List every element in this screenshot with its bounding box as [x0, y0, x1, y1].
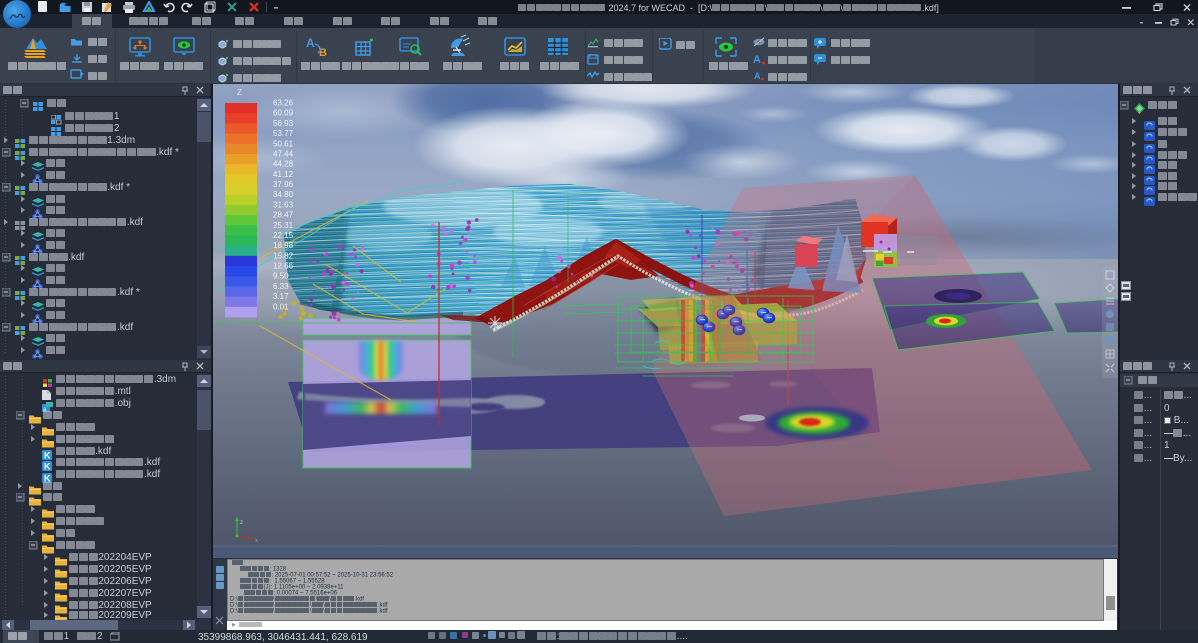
svg-text:z: z [240, 520, 243, 526]
svg-text:Z: Z [237, 88, 242, 97]
svg-text:15.82: 15.82 [273, 251, 294, 260]
svg-text:6.33: 6.33 [273, 282, 289, 291]
svg-text:34.80: 34.80 [273, 190, 294, 199]
svg-text:18.98: 18.98 [273, 241, 294, 250]
svg-text:56.93: 56.93 [273, 119, 294, 128]
svg-text:A: A [753, 54, 761, 66]
svg-text:22.15: 22.15 [273, 231, 294, 240]
svg-text:0.01: 0.01 [273, 302, 289, 311]
svg-text:37.96: 37.96 [273, 180, 294, 189]
svg-text:31.63: 31.63 [273, 200, 294, 209]
svg-text:63.26: 63.26 [273, 99, 294, 108]
svg-text:A: A [754, 71, 761, 81]
svg-text:9.50: 9.50 [273, 272, 289, 281]
svg-text:47.44: 47.44 [273, 150, 294, 159]
svg-text:41.12: 41.12 [273, 170, 294, 179]
svg-text:44.28: 44.28 [273, 160, 294, 169]
svg-text:x: x [255, 538, 258, 544]
svg-text:12.66: 12.66 [273, 262, 294, 271]
svg-text:60.09: 60.09 [273, 109, 294, 118]
svg-text:28.47: 28.47 [273, 211, 294, 220]
svg-text:50.61: 50.61 [273, 139, 294, 148]
svg-text:A: A [306, 36, 315, 50]
svg-text:3.17: 3.17 [273, 292, 289, 301]
svg-text:53.77: 53.77 [273, 129, 294, 138]
svg-text:25.31: 25.31 [273, 221, 294, 230]
